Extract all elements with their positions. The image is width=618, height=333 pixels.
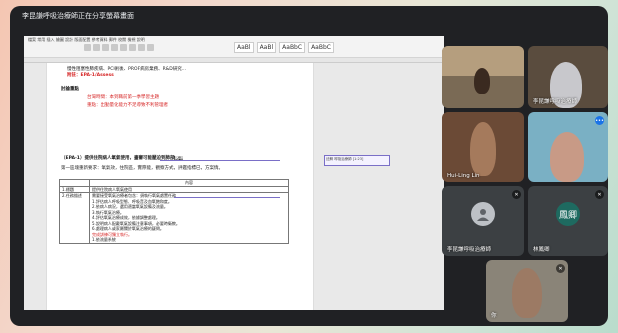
participant-name: 你: [491, 313, 497, 319]
avatar-icon: [471, 202, 495, 226]
comment-connector: [160, 160, 280, 161]
word-ribbon: 檔案 常用 插入 繪圖 設計 版面配置 參考資料 郵件 校閱 檢視 說明 AaB…: [24, 36, 444, 58]
font-color-icon: [111, 44, 118, 51]
participant-name: 李昆謙呼吸治療師: [533, 99, 578, 105]
participant-tile[interactable]: ✕ 李昆謙呼吸治療師: [442, 186, 524, 256]
participant-name: 李昆謙呼吸治療師: [447, 247, 492, 253]
ribbon-tools: [84, 44, 154, 51]
shared-screen[interactable]: 檔案 常用 插入 繪圖 設計 版面配置 參考資料 郵件 校閱 檢視 說明 AaB…: [24, 36, 444, 310]
epa-heading-text: （EPA-1）提供住院病人氧氣使用，畫審可能壓迫到肺部: [61, 156, 175, 161]
comment-connector: [174, 197, 280, 198]
participant-name: 林鳳卿: [533, 247, 550, 253]
doc-line: 重點：出勤量化能力不足導致不利管理者: [87, 103, 168, 108]
ribbon-tabs: 檔案 常用 插入 繪圖 設計 版面配置 參考資料 郵件 校閱 檢視 說明: [28, 37, 145, 42]
style-chip: AaBbC: [308, 42, 334, 53]
highlight-icon: [120, 44, 127, 51]
presenting-label: 李昆謙呼吸治療師正在分享螢幕畫面: [22, 12, 134, 20]
list-icon: [138, 44, 145, 51]
document-area: 慢性阻塞性肺疾病、PCI術後、PROF病房業務、R&D研究... 附註：EPA-…: [24, 63, 444, 310]
style-chip: AaBl: [256, 42, 277, 53]
style-chip: AaBl: [234, 42, 254, 53]
meet-window: 李昆謙呼吸治療師正在分享螢幕畫面 檔案 常用 插入 繪圖 設計 版面配置 參考資…: [10, 6, 608, 326]
align-icon: [129, 44, 136, 51]
style-chip: AaBbC: [279, 42, 306, 53]
participant-tile[interactable]: 李昆謙呼吸治療師: [528, 46, 608, 108]
epa-heading: （EPA-1）提供住院病人氧氣使用，畫審可能壓迫到肺部處理: [61, 156, 184, 162]
participant-tile[interactable]: •••: [528, 112, 608, 182]
underline-icon: [102, 44, 109, 51]
table-cell: 需要接受氧氣治療者包含：須執行氧氣處置任務 1.評估病人呼吸型態、呼吸音及血氧飽…: [89, 192, 289, 244]
participant-tile[interactable]: [442, 46, 524, 108]
mic-off-icon: ✕: [595, 190, 604, 199]
speaking-indicator-icon: •••: [595, 116, 604, 125]
doc-line: 第一區塊重新要求：氧氣效，住院區，實際能，觀察方式，評鑑指標已，方案情。: [61, 166, 223, 171]
document-page: 慢性阻塞性肺疾病、PCI術後、PROF病房業務、R&D研究... 附註：EPA-…: [46, 63, 314, 310]
participant-tile-self[interactable]: ✕ 你: [486, 260, 568, 322]
doc-line: 附註：EPA-1/Assess: [67, 73, 114, 78]
content-table: 內容 1.標題 提供住院病人氧氣使用 2.任務描述 需要接受氧氣治療者包含：須執…: [59, 179, 289, 244]
italic-icon: [93, 44, 100, 51]
participant-video: [550, 132, 584, 182]
indent-icon: [147, 44, 154, 51]
participant-video: [512, 268, 542, 318]
doc-line: 台灣時間：本到職前第一季學習主題: [87, 95, 159, 100]
participant-tile[interactable]: 鳳卿 ✕ 林鳳卿: [528, 186, 608, 256]
list-item: 1.依流量系統: [92, 237, 116, 242]
participant-video: [470, 122, 496, 176]
table-cell: 2.任務描述: [59, 192, 90, 244]
mic-off-icon: ✕: [512, 190, 521, 199]
style-gallery: AaBl AaBl AaBbC AaBbC: [234, 42, 334, 53]
bold-icon: [84, 44, 91, 51]
participant-tile[interactable]: Hui-Ling Lin: [442, 112, 524, 182]
section-label: 討論重點: [61, 87, 79, 92]
participant-video: [474, 68, 490, 94]
participant-name: Hui-Ling Lin: [447, 173, 480, 179]
comment-balloon[interactable]: 註解 呼吸治療師 [1:23]: [324, 155, 390, 166]
mic-off-icon: ✕: [556, 264, 565, 273]
avatar: 鳳卿: [556, 202, 580, 226]
